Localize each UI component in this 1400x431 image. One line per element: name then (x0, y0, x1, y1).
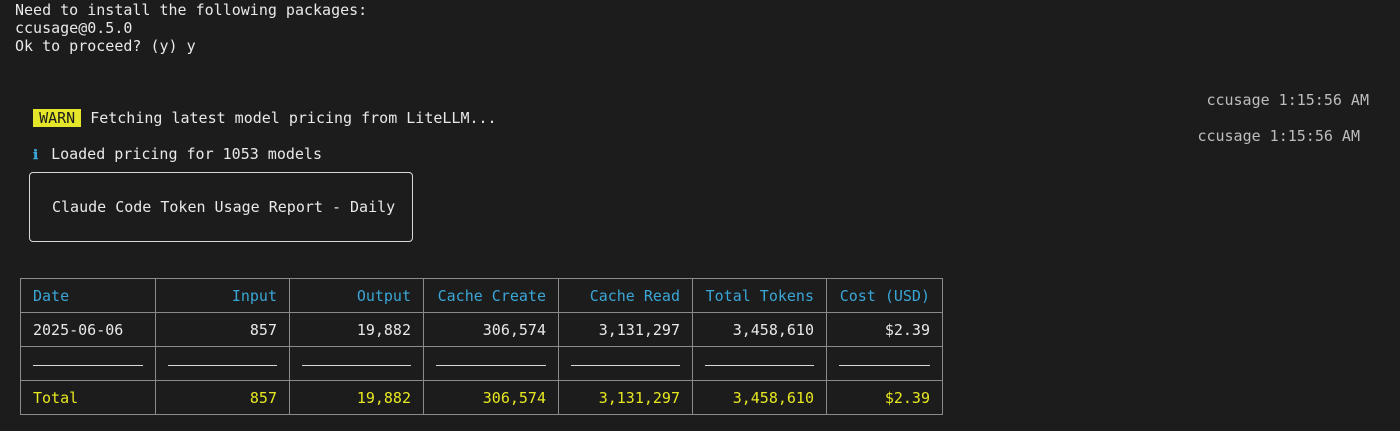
npx-prompt-line-1: Need to install the following packages: (15, 1, 368, 19)
separator-cell (558, 346, 693, 381)
separator-line (571, 364, 680, 366)
warn-badge: WARN (33, 109, 82, 127)
table-total-row: Total 857 19,882 306,574 3,131,297 3,458… (20, 380, 943, 415)
cell-cache-create: 306,574 (423, 312, 559, 347)
log-meta: ccusage 1:15:56 AM (1206, 91, 1369, 109)
report-title-box: Claude Code Token Usage Report - Daily (29, 172, 413, 242)
cell-cache-read: 3,131,297 (558, 312, 693, 347)
cell-cost: $2.39 (826, 312, 943, 347)
npx-prompt-line-3: Ok to proceed? (y) y (15, 37, 196, 55)
column-header-input: Input (155, 278, 290, 313)
total-input: 857 (155, 380, 290, 415)
separator-line (168, 364, 277, 366)
log-meta: ccusage 1:15:56 AM (1197, 127, 1360, 145)
column-header-cache-read: Cache Read (558, 278, 693, 313)
column-header-date: Date (20, 278, 156, 313)
total-output: 19,882 (289, 380, 424, 415)
separator-cell (423, 346, 559, 381)
total-cache-create: 306,574 (423, 380, 559, 415)
separator-cell (692, 346, 827, 381)
separator-line (33, 364, 143, 366)
table-separator-row (20, 346, 943, 381)
info-icon: ℹ (33, 148, 39, 163)
separator-line (839, 364, 930, 366)
report-title: Claude Code Token Usage Report - Daily (52, 198, 396, 216)
cell-output: 19,882 (289, 312, 424, 347)
log-line-info: ℹ Loaded pricing for 1053 models (15, 127, 322, 165)
column-header-cache-create: Cache Create (423, 278, 559, 313)
total-total-tokens: 3,458,610 (692, 380, 827, 415)
separator-cell (155, 346, 290, 381)
usage-table: Date Input Output Cache Create Cache Rea… (20, 278, 943, 415)
separator-line (302, 364, 411, 366)
total-cache-read: 3,131,297 (558, 380, 693, 415)
log-message: Loaded pricing for 1053 models (51, 145, 322, 163)
npx-prompt-line-2: ccusage@0.5.0 (15, 19, 133, 37)
total-label: Total (20, 380, 156, 415)
table-row: 2025-06-06 857 19,882 306,574 3,131,297 … (20, 312, 943, 347)
separator-cell (289, 346, 424, 381)
cell-date: 2025-06-06 (20, 312, 156, 347)
separator-cell (826, 346, 943, 381)
column-header-output: Output (289, 278, 424, 313)
separator-line (436, 364, 546, 366)
log-message: Fetching latest model pricing from LiteL… (90, 109, 497, 127)
log-line-warn: WARN Fetching latest model pricing from L… (15, 91, 497, 127)
total-cost: $2.39 (826, 380, 943, 415)
column-header-total-tokens: Total Tokens (692, 278, 827, 313)
column-header-cost: Cost (USD) (826, 278, 943, 313)
separator-cell (20, 346, 156, 381)
table-header-row: Date Input Output Cache Create Cache Rea… (20, 278, 943, 313)
separator-line (705, 364, 814, 366)
cell-total-tokens: 3,458,610 (692, 312, 827, 347)
cell-input: 857 (155, 312, 290, 347)
